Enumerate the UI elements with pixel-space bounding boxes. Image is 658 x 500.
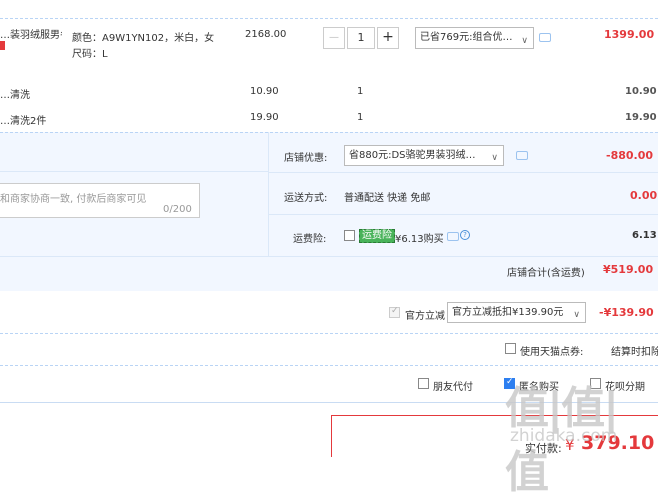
coupon-label: 使用天猫点券: bbox=[520, 347, 584, 358]
official-discount-value: -¥139.90 bbox=[599, 306, 654, 319]
store-subtotal-label: 店铺合计(含运费) bbox=[507, 268, 585, 279]
message-placeholder: 和商家协商一致, 付款后商家可见 bbox=[0, 194, 147, 205]
friend-pay-label: 朋友代付 bbox=[433, 382, 473, 393]
item-total: 1399.00 bbox=[604, 28, 655, 41]
unit-price: 2168.00 bbox=[245, 29, 287, 40]
divider bbox=[0, 333, 658, 334]
coupon-note: 结算时扣除 bbox=[611, 347, 658, 358]
chevron-down-icon: ∨ bbox=[521, 36, 528, 46]
service-name: …清洗2件 bbox=[0, 116, 47, 127]
service-total: 19.90 bbox=[625, 112, 657, 123]
help-icon[interactable]: ? bbox=[460, 230, 470, 240]
chevron-down-icon: ∨ bbox=[573, 310, 580, 320]
insurance-price: ¥6.13购买 bbox=[395, 234, 444, 245]
item-discount-select[interactable]: 已省769元:组合优… ∨ bbox=[415, 27, 534, 49]
product-name[interactable]: …装羽绒服男冬… bbox=[0, 26, 62, 44]
store-discount-select[interactable]: 省880元:DS骆驼男装羽绒… ∨ bbox=[344, 145, 504, 166]
message-counter: 0/200 bbox=[163, 204, 192, 215]
service-qty: 1 bbox=[357, 86, 364, 97]
qty-minus-button[interactable]: — bbox=[323, 27, 345, 49]
top-divider bbox=[0, 18, 658, 19]
row-divider bbox=[268, 172, 658, 173]
check-icon: ✓ bbox=[391, 306, 399, 316]
divider bbox=[0, 365, 658, 366]
service-name: …清洗 bbox=[0, 90, 30, 101]
chevron-down-icon: ∨ bbox=[491, 153, 498, 163]
insurance-value: 6.13 bbox=[632, 230, 657, 241]
product-color: 颜色：A9W1YN102，米白，女 bbox=[72, 33, 215, 44]
service-price: 19.90 bbox=[250, 112, 279, 123]
product-tag bbox=[0, 41, 5, 50]
official-discount-select[interactable]: 官方立减抵扣¥139.90元 ∨ bbox=[447, 302, 586, 323]
item-discount-select-text: 已省769元:组合优… bbox=[420, 32, 513, 43]
chat-icon[interactable] bbox=[447, 232, 459, 241]
store-discount-value: -880.00 bbox=[606, 149, 654, 162]
watermark-site: zhidaka.com bbox=[510, 426, 618, 446]
shipping-method: 普通配送 快递 免邮 bbox=[344, 193, 431, 204]
store-discount-label: 店铺优惠: bbox=[284, 153, 328, 164]
store-subtotal-value: ¥519.00 bbox=[603, 263, 654, 276]
row-divider bbox=[268, 214, 658, 215]
qty-plus-button[interactable]: + bbox=[377, 27, 399, 49]
product-size: 尺码：L bbox=[72, 49, 108, 60]
official-discount-select-text: 官方立减抵扣¥139.90元 bbox=[452, 307, 564, 318]
row-divider bbox=[0, 256, 658, 257]
shipping-label: 运送方式: bbox=[284, 193, 328, 204]
official-discount-label: 官方立减 bbox=[405, 311, 445, 322]
chat-icon[interactable] bbox=[539, 33, 551, 42]
qty-input[interactable]: 1 bbox=[347, 27, 375, 49]
insurance-badge: 运费险 bbox=[359, 229, 395, 243]
official-discount-checkbox[interactable]: ✓ bbox=[389, 306, 400, 318]
insurance-label: 运费险: bbox=[293, 234, 327, 245]
service-price: 10.90 bbox=[250, 86, 279, 97]
shipping-fee: 0.00 bbox=[630, 189, 658, 202]
service-qty: 1 bbox=[357, 112, 364, 123]
friend-pay-checkbox[interactable] bbox=[418, 378, 429, 389]
row-divider bbox=[0, 171, 268, 172]
store-discount-select-text: 省880元:DS骆驼男装羽绒… bbox=[349, 150, 476, 161]
chat-icon[interactable] bbox=[516, 151, 528, 160]
coupon-checkbox[interactable] bbox=[505, 343, 516, 354]
insurance-checkbox[interactable] bbox=[344, 230, 355, 241]
service-total: 10.90 bbox=[625, 86, 657, 97]
message-input[interactable]: 和商家协商一致, 付款后商家可见 0/200 bbox=[0, 183, 200, 218]
